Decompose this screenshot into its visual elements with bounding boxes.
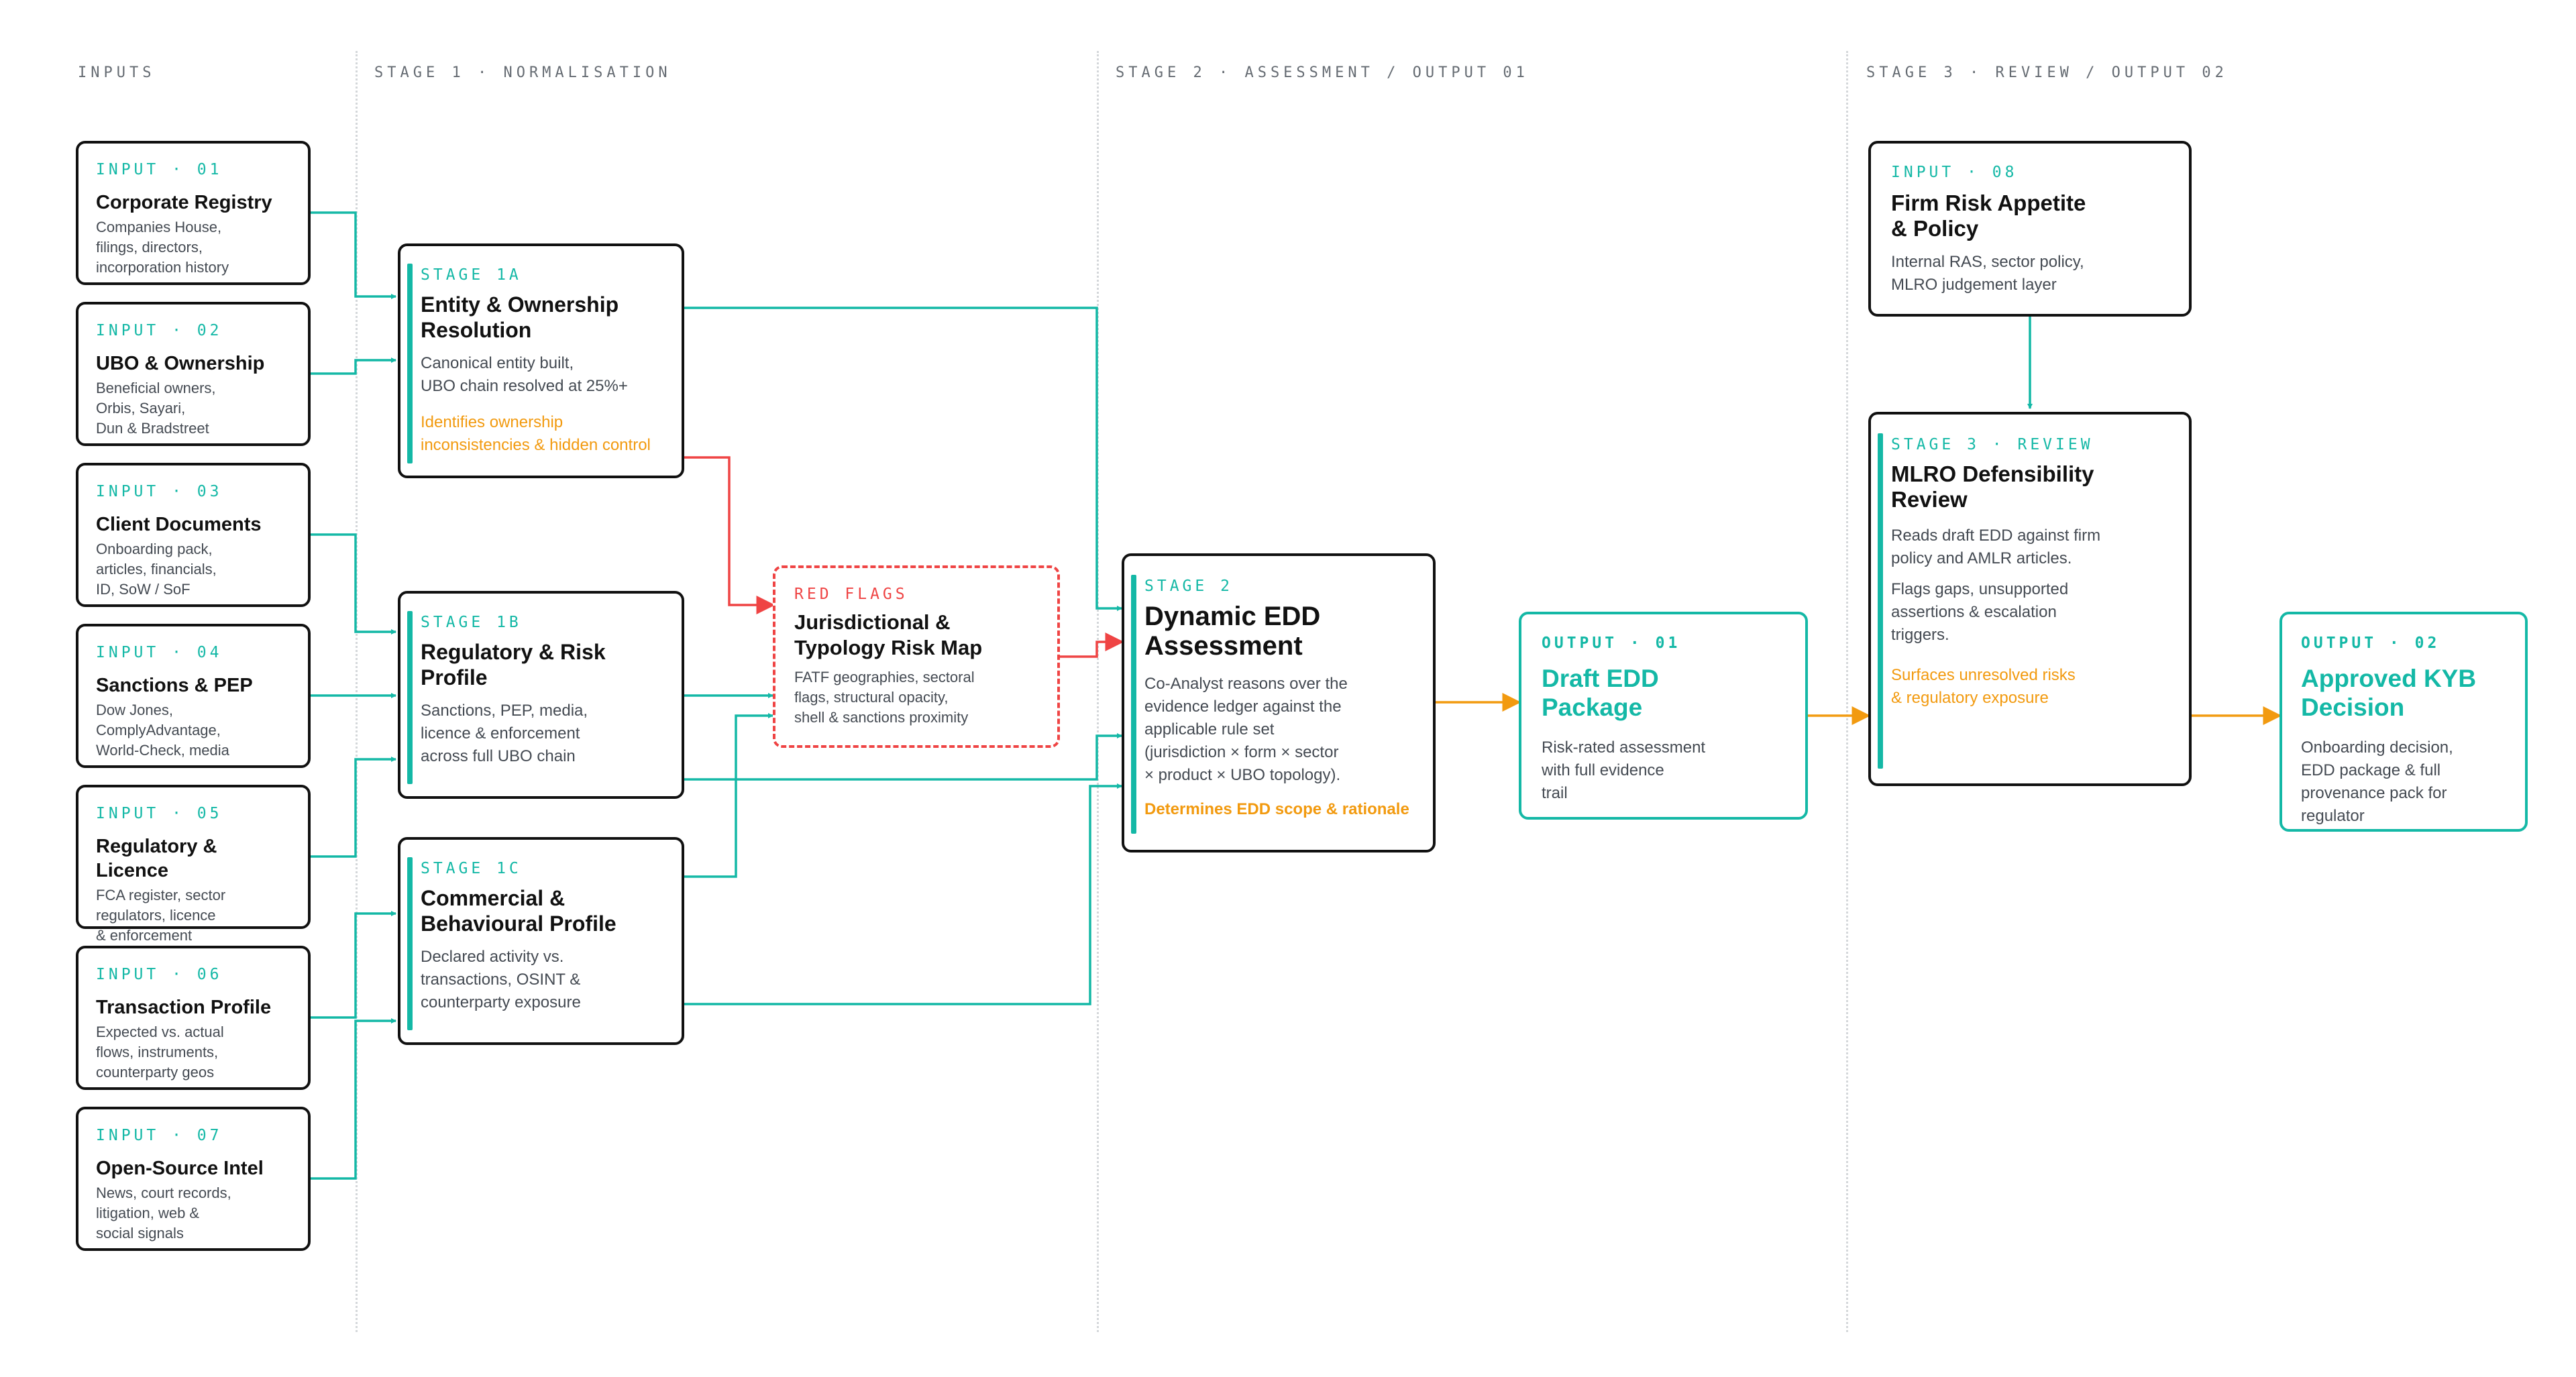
stage-title: Entity & Ownership Resolution: [421, 292, 619, 342]
connector-stage1a-stage2: [684, 307, 1122, 611]
stage-description: Declared activity vs. transactions, OSINT…: [421, 948, 581, 1011]
input-tag: INPUT · 01: [96, 161, 223, 178]
stage-tag: STAGE 3 · REVIEW: [1891, 436, 2094, 453]
red-flags-card[interactable]: RED FLAGS Jurisdictional & Typology Risk …: [773, 565, 1060, 748]
connector-redflags-stage2: [1060, 632, 1124, 658]
input-title: Client Documents: [96, 514, 262, 535]
input-description: Companies House, filings, directors, incor…: [96, 219, 229, 276]
input-tag: INPUT · 03: [96, 483, 223, 500]
input-description: Beneficial owners, Orbis, Sayari, Dun & Br…: [96, 380, 216, 437]
input-card-05[interactable]: INPUT · 05 Regulatory & Licence FCA regi…: [76, 785, 311, 944]
stage-outcome-note: Identifies ownership inconsistencies & hi…: [421, 413, 651, 454]
input-tag: INPUT · 08: [1891, 164, 2018, 181]
input-title: UBO & Ownership: [96, 353, 265, 374]
stage-outcome-note: Surfaces unresolved risks & regulatory ex…: [1891, 666, 2076, 707]
stage3-card[interactable]: STAGE 3 · REVIEW MLRO Defensibility Revie…: [1868, 412, 2192, 786]
output1-card[interactable]: OUTPUT · 01 Draft EDD Package Risk-rated …: [1519, 612, 1808, 820]
connector-input01-stage1a: [311, 211, 396, 299]
input-card-02[interactable]: INPUT · 02 UBO & Ownership Beneficial ow…: [76, 302, 311, 446]
red-flags-description: FATF geographies, sectoral flags, structu…: [794, 669, 975, 726]
input-title: Transaction Profile: [96, 997, 272, 1018]
stage-description: Reads draft EDD against firm policy and A…: [1891, 527, 2101, 567]
input-card-07[interactable]: INPUT · 07 Open-Source Intel News, court…: [76, 1107, 311, 1251]
stage1b-card[interactable]: STAGE 1B Regulatory & Risk Profile Sancti…: [398, 591, 684, 799]
stage-description: Sanctions, PEP, media, licence & enforcem…: [421, 702, 588, 765]
output-description: Onboarding decision, EDD package & full pr…: [2301, 738, 2453, 825]
stage-description-secondary: Flags gaps, unsupported assertions & esca…: [1891, 580, 2069, 644]
stage2-card[interactable]: STAGE 2 Dynamic EDD Assessment Co-Analyst…: [1122, 553, 1436, 852]
input-tag: INPUT · 05: [96, 805, 223, 822]
input-description: News, court records, litigation, web & soc…: [96, 1185, 231, 1242]
connector-stage1a-redflags: [684, 456, 775, 614]
input-title: Firm Risk Appetite & Policy: [1891, 190, 2086, 241]
output2-card[interactable]: OUTPUT · 02 Approved KYB Decision Onboard…: [2279, 612, 2528, 832]
stage1c-card[interactable]: STAGE 1C Commercial & Behavioural Profile…: [398, 837, 684, 1045]
input-description: Expected vs. actual flows, instruments, co…: [96, 1024, 224, 1081]
output-tag: OUTPUT · 01: [1542, 635, 1681, 652]
connector-input06-stage1c: [311, 911, 396, 1019]
stage-tag: STAGE 1B: [421, 614, 522, 631]
stage-title: Commercial & Behavioural Profile: [421, 886, 616, 936]
connector-stage1c-redflags: [684, 713, 773, 878]
input-title: Regulatory & Licence: [96, 836, 217, 881]
connector-input05-stage1b: [311, 757, 396, 858]
input-card-01[interactable]: INPUT · 01 Corporate Registry Companies …: [76, 141, 311, 285]
input-tag: INPUT · 06: [96, 966, 223, 983]
connector-input07-stage1c: [311, 1018, 396, 1180]
stage-title: Dynamic EDD Assessment: [1144, 602, 1321, 661]
stage1a-card[interactable]: STAGE 1A Entity & Ownership Resolution Ca…: [398, 243, 684, 478]
input-card-04[interactable]: INPUT · 04 Sanctions & PEP Dow Jones, Com…: [76, 624, 311, 768]
input-description: Internal RAS, sector policy, MLRO judgeme…: [1891, 253, 2084, 294]
output-tag: OUTPUT · 02: [2301, 635, 2440, 652]
stage-description: Canonical entity built, UBO chain resolve…: [421, 354, 628, 395]
stage-outcome-note: Determines EDD scope & rationale: [1144, 800, 1409, 818]
output-title: Approved KYB Decision: [2301, 665, 2477, 721]
red-flags-title: Jurisdictional & Typology Risk Map: [794, 610, 983, 659]
output-description: Risk-rated assessment with full evidence t…: [1542, 738, 1706, 802]
input-description: Dow Jones, ComplyAdvantage, World-Check, m…: [96, 702, 229, 759]
input-description: Onboarding pack, articles, financials, ID,…: [96, 541, 217, 598]
stage-tag: STAGE 1C: [421, 860, 522, 877]
diagram-canvas: INPUTS STAGE 1 · NORMALISATION STAGE 2 ·…: [0, 0, 2576, 1377]
input-card-06[interactable]: INPUT · 06 Transaction Profile Expected …: [76, 946, 311, 1090]
input-tag: INPUT · 04: [96, 644, 223, 661]
input-title: Corporate Registry: [96, 192, 272, 213]
stage-tag: STAGE 1A: [421, 266, 522, 284]
input-tag: INPUT · 07: [96, 1127, 223, 1144]
output-title: Draft EDD Package: [1542, 665, 1659, 721]
input-description: FCA register, sector regulators, licence &…: [96, 887, 226, 944]
stage-title: Regulatory & Risk Profile: [421, 640, 606, 690]
connector-input03-stage1b: [311, 533, 396, 635]
input-title: Sanctions & PEP: [96, 675, 253, 696]
connector-input02-stage1a: [311, 357, 396, 375]
connector-stage1c-stage2: [684, 783, 1122, 1005]
stage-tag: STAGE 2: [1144, 577, 1233, 595]
red-flags-tag: RED FLAGS: [794, 586, 908, 603]
input-title: Open-Source Intel: [96, 1158, 264, 1179]
input-tag: INPUT · 02: [96, 322, 223, 339]
stage-title: MLRO Defensibility Review: [1891, 461, 2094, 512]
input-card-03[interactable]: INPUT · 03 Client Documents Onboarding p…: [76, 463, 311, 607]
input-card-08[interactable]: INPUT · 08 Firm Risk Appetite & Policy In…: [1868, 141, 2192, 317]
stage-description: Co-Analyst reasons over the evidence ledg…: [1144, 675, 1348, 784]
